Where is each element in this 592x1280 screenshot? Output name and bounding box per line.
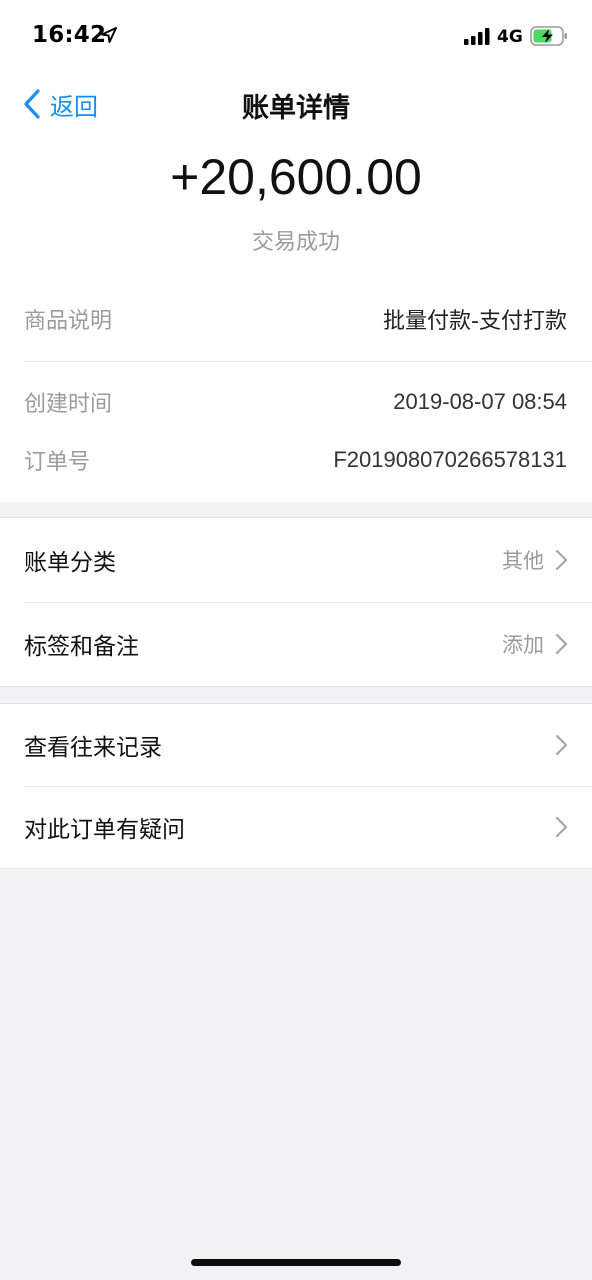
detail-row-created: 创建时间 2019-08-07 08:54 [24,382,567,422]
product-label: 商品说明 [24,309,113,334]
transaction-amount: +20,600.00 [170,149,422,205]
transaction-details: 商品说明 批量付款-支付打款 创建时间 2019-08-07 08:54 订单号… [0,284,592,502]
order-question-row[interactable]: 对此订单有疑问 [0,786,592,868]
bill-settings-group: 账单分类 其他 标签和备注 添加 [0,517,592,687]
chevron-right-icon [555,549,568,571]
status-bar: 16:42 4G [0,0,592,72]
order-number-value: F201908070266578131 [333,447,567,472]
tags-notes-value: 添加 [502,633,544,657]
battery-charging-icon [530,26,567,46]
bill-category-row[interactable]: 账单分类 其他 [0,518,592,602]
tags-notes-row[interactable]: 标签和备注 添加 [0,602,592,686]
detail-row-order-number: 订单号 F201908070266578131 [24,440,567,480]
transaction-status: 交易成功 [251,230,340,255]
created-label: 创建时间 [24,392,113,417]
nav-bar: 返回 账单详情 [0,72,592,136]
order-question-label: 对此订单有疑问 [24,817,185,843]
bill-category-label: 账单分类 [24,550,116,576]
chevron-right-icon [555,734,568,756]
home-indicator[interactable] [191,1259,401,1266]
amount-summary: +20,600.00 交易成功 [0,136,592,284]
actions-group: 查看往来记录 对此订单有疑问 [0,703,592,869]
status-time: 16:42 [32,22,107,48]
chevron-right-icon [555,633,568,655]
divider [24,361,592,362]
page-title: 账单详情 [242,93,350,124]
chevron-right-icon [555,816,568,838]
product-value: 批量付款-支付打款 [383,309,567,334]
detail-row-product: 商品说明 批量付款-支付打款 [24,299,567,339]
order-number-label: 订单号 [24,450,91,475]
created-value: 2019-08-07 08:54 [393,389,567,414]
view-history-row[interactable]: 查看往来记录 [0,704,592,786]
tags-notes-label: 标签和备注 [24,634,139,660]
network-type: 4G [497,27,523,47]
location-arrow-icon [101,27,117,43]
bill-category-value: 其他 [502,549,544,573]
view-history-label: 查看往来记录 [24,735,162,761]
cellular-signal-icon [464,28,490,45]
